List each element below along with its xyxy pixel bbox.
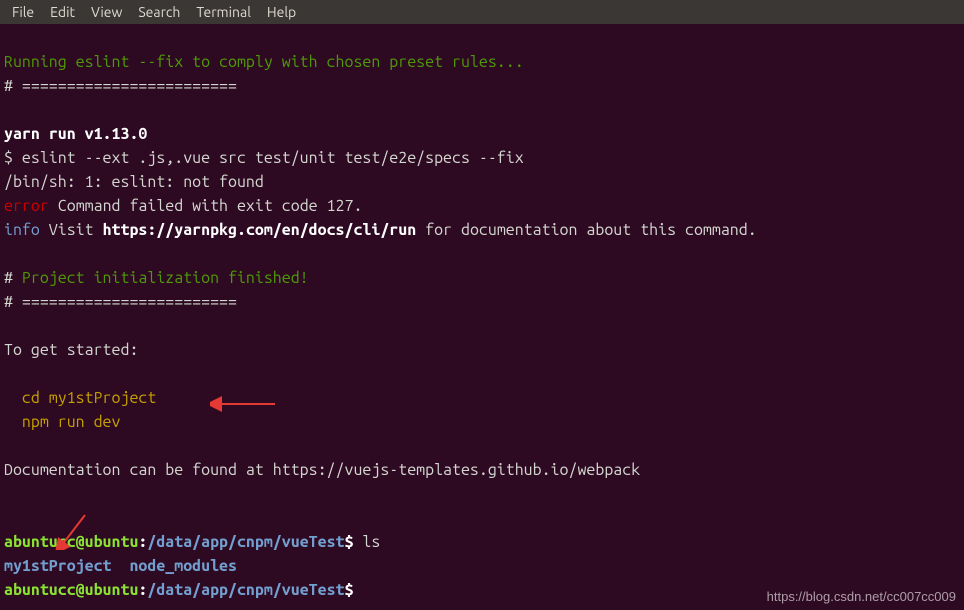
eslint-cmd-line: eslint --ext .js,.vue src test/unit test… <box>22 149 524 167</box>
prompt-path2: /data/app/cnpm/vueTest <box>147 581 344 599</box>
cd-cmd-line: cd my1stProject <box>4 389 156 407</box>
hash-line: # <box>4 77 22 95</box>
project-init-line: Project initialization finished! <box>22 269 309 287</box>
error-text: Command failed with exit code 127. <box>49 197 363 215</box>
prompt-path: /data/app/cnpm/vueTest <box>147 533 344 551</box>
info-text1: Visit <box>40 221 103 239</box>
eslint-running-line: Running eslint --fix to comply with chos… <box>4 53 524 71</box>
info-text2: for documentation about this command. <box>416 221 756 239</box>
watermark-text: https://blog.csdn.net/cc007cc009 <box>767 589 956 604</box>
npm-cmd-line: npm run dev <box>4 413 120 431</box>
ls-output-dir1: my1stProject <box>4 557 112 575</box>
hash-line3: # <box>4 293 22 311</box>
prompt-dollar: $ <box>345 533 363 551</box>
ls-gap <box>112 557 130 575</box>
get-started-line: To get started: <box>4 341 138 359</box>
terminal-output[interactable]: Running eslint --fix to comply with chos… <box>0 24 964 604</box>
menu-search[interactable]: Search <box>130 2 188 22</box>
docs-line: Documentation can be found at https://vu… <box>4 461 640 479</box>
hash-line2: # <box>4 269 22 287</box>
binsh-line: /bin/sh: 1: eslint: not found <box>4 173 264 191</box>
prompt-dollar2: $ <box>345 581 354 599</box>
ls-output-dir2: node_modules <box>129 557 237 575</box>
eslint-prefix: $ <box>4 149 22 167</box>
menu-terminal[interactable]: Terminal <box>188 2 259 22</box>
info-url: https://yarnpkg.com/en/docs/cli/run <box>103 221 417 239</box>
prompt-user: abuntucc@ubuntu <box>4 533 138 551</box>
info-label: info <box>4 221 40 239</box>
equals-line: ======================== <box>22 77 237 95</box>
yarn-run-line: yarn run v1.13.0 <box>4 125 147 143</box>
menu-file[interactable]: File <box>4 2 42 22</box>
menu-view[interactable]: View <box>83 2 130 22</box>
menu-help[interactable]: Help <box>259 2 304 22</box>
equals-line2: ======================== <box>22 293 237 311</box>
ls-cmd: ls <box>362 533 380 551</box>
error-label: error <box>4 197 49 215</box>
prompt-user2: abuntucc@ubuntu <box>4 581 138 599</box>
menu-edit[interactable]: Edit <box>42 2 83 22</box>
menubar: File Edit View Search Terminal Help <box>0 0 964 24</box>
